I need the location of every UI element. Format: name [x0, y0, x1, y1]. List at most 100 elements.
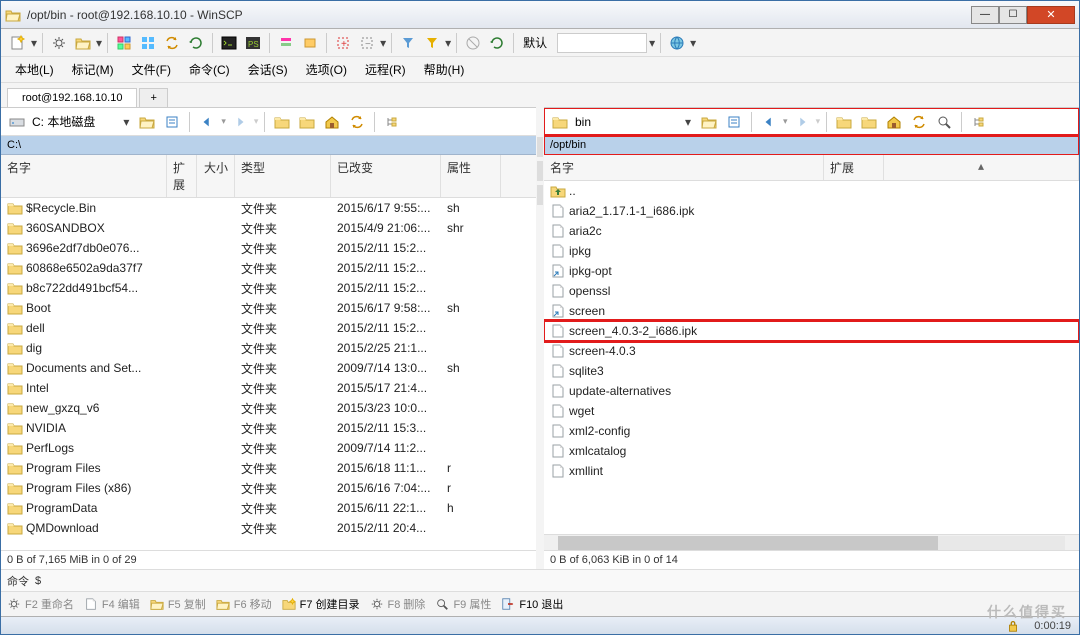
local-file-list[interactable]: $Recycle.Bin文件夹2015/6/17 9:55:...sh360SA… [1, 198, 536, 550]
table-row[interactable]: NVIDIA文件夹2015/2/11 15:3... [1, 418, 536, 438]
command-bar[interactable]: 命令 $ [1, 569, 1079, 591]
table-row[interactable]: Program Files文件夹2015/6/18 11:1...r [1, 458, 536, 478]
menu-2[interactable]: 文件(F) [124, 59, 179, 80]
queue2-button[interactable] [299, 32, 321, 54]
sync-button[interactable] [161, 32, 183, 54]
terminal2-button[interactable]: PS [242, 32, 264, 54]
table-row[interactable]: dig文件夹2015/2/25 21:1... [1, 338, 536, 358]
settings-button[interactable] [48, 32, 70, 54]
table-row[interactable]: Boot文件夹2015/6/17 9:58:...sh [1, 298, 536, 318]
fkey-f5[interactable]: F5 复制 [150, 596, 206, 612]
table-row[interactable]: PerfLogs文件夹2009/7/14 11:2... [1, 438, 536, 458]
table-row[interactable]: aria2c [544, 221, 1079, 241]
table-row[interactable]: screen-4.0.3 [544, 341, 1079, 361]
grid1-icon[interactable] [113, 32, 135, 54]
filter1-button[interactable] [397, 32, 419, 54]
local-sync-icon[interactable] [346, 111, 368, 133]
table-row[interactable]: b8c722dd491bcf54...文件夹2015/2/11 15:2... [1, 278, 536, 298]
table-row[interactable]: dell文件夹2015/2/11 15:2... [1, 318, 536, 338]
table-row[interactable]: Program Files (x86)文件夹2015/6/16 7:04:...… [1, 478, 536, 498]
menu-7[interactable]: 帮助(H) [416, 59, 473, 80]
globe-button[interactable] [666, 32, 688, 54]
remote-home-icon[interactable] [883, 111, 905, 133]
remote-folder-selector[interactable]: bin [548, 114, 695, 130]
fkey-f7[interactable]: F7 创建目录 [282, 596, 360, 612]
select1-button[interactable]: + [332, 32, 354, 54]
table-row[interactable]: Documents and Set...文件夹2009/7/14 13:0...… [1, 358, 536, 378]
select2-button[interactable]: − [356, 32, 378, 54]
table-row[interactable]: screen [544, 301, 1079, 321]
local-back-icon[interactable] [196, 111, 218, 133]
local-home-icon[interactable] [321, 111, 343, 133]
table-row[interactable]: screen_4.0.3-2_i686.ipk [544, 321, 1079, 341]
menu-4[interactable]: 会话(S) [240, 59, 296, 80]
new-session-button[interactable] [7, 32, 29, 54]
table-row[interactable]: xml2-config [544, 421, 1079, 441]
remote-back-icon[interactable] [758, 111, 780, 133]
menu-0[interactable]: 本地(L) [7, 59, 62, 80]
remote-file-list[interactable]: ..aria2_1.17.1-1_i686.ipkaria2cipkgipkg-… [544, 181, 1079, 534]
table-row[interactable]: 360SANDBOX文件夹2015/4/9 21:06:...shr [1, 218, 536, 238]
table-row[interactable]: $Recycle.Bin文件夹2015/6/17 9:55:...sh [1, 198, 536, 218]
fkey-f8[interactable]: F8 删除 [370, 596, 426, 612]
fkey-f2[interactable]: F2 重命名 [7, 596, 74, 612]
table-row[interactable]: Intel文件夹2015/5/17 21:4... [1, 378, 536, 398]
close-button[interactable] [1027, 6, 1075, 24]
remote-props-icon[interactable] [723, 111, 745, 133]
local-tree-icon[interactable] [381, 111, 403, 133]
menu-6[interactable]: 远程(R) [357, 59, 414, 80]
filter2-button[interactable] [421, 32, 443, 54]
session-tab[interactable]: root@192.168.10.10 [7, 88, 137, 107]
remote-path-bar[interactable]: /opt/bin [544, 136, 1079, 155]
grid2-icon[interactable] [137, 32, 159, 54]
fkey-f4[interactable]: F4 编辑 [84, 596, 140, 612]
stop-button[interactable] [462, 32, 484, 54]
reload-button[interactable] [486, 32, 508, 54]
remote-folder1-icon[interactable] [833, 111, 855, 133]
add-tab-button[interactable]: + [139, 88, 167, 107]
local-folder2-icon[interactable] [296, 111, 318, 133]
table-row[interactable]: xmlcatalog [544, 441, 1079, 461]
terminal-button[interactable] [218, 32, 240, 54]
table-row[interactable]: ipkg [544, 241, 1079, 261]
fkey-f10[interactable]: F10 退出 [501, 596, 563, 612]
table-row[interactable]: 3696e2df7db0e076...文件夹2015/2/11 15:2... [1, 238, 536, 258]
refresh-button[interactable] [185, 32, 207, 54]
table-row[interactable]: ipkg-opt [544, 261, 1079, 281]
queue1-button[interactable] [275, 32, 297, 54]
menu-3[interactable]: 命令(C) [181, 59, 238, 80]
minimize-button[interactable] [971, 6, 999, 24]
remote-folder2-icon[interactable] [858, 111, 880, 133]
remote-scrollbar[interactable] [544, 534, 1079, 550]
table-row[interactable]: xmllint [544, 461, 1079, 481]
remote-sync-icon[interactable] [908, 111, 930, 133]
remote-find-icon[interactable] [933, 111, 955, 133]
menu-1[interactable]: 标记(M) [64, 59, 122, 80]
table-row[interactable]: update-alternatives [544, 381, 1079, 401]
pane-splitter[interactable] [536, 107, 544, 569]
maximize-button[interactable] [999, 6, 1027, 24]
table-row[interactable]: new_gxzq_v6文件夹2015/3/23 10:0... [1, 398, 536, 418]
open-folder-button[interactable] [72, 32, 94, 54]
preset-dropdown[interactable] [557, 33, 647, 53]
table-row[interactable]: 60868e6502a9da37f7文件夹2015/2/11 15:2... [1, 258, 536, 278]
remote-fwd-icon[interactable] [791, 111, 813, 133]
sort-indicator-icon[interactable]: ▴ [884, 155, 1079, 180]
remote-tree-icon[interactable] [968, 111, 990, 133]
table-row[interactable]: aria2_1.17.1-1_i686.ipk [544, 201, 1079, 221]
table-row[interactable]: .. [544, 181, 1079, 201]
fkey-f9[interactable]: F9 属性 [435, 596, 491, 612]
local-path-bar[interactable]: C:\ [1, 136, 536, 155]
local-fwd-icon[interactable] [229, 111, 251, 133]
table-row[interactable]: ProgramData文件夹2015/6/11 22:1...h [1, 498, 536, 518]
local-open-icon[interactable] [136, 111, 158, 133]
table-row[interactable]: QMDownload文件夹2015/2/11 20:4... [1, 518, 536, 538]
menu-5[interactable]: 选项(O) [298, 59, 355, 80]
local-drive-selector[interactable]: C: 本地磁盘 [5, 112, 133, 131]
local-folder1-icon[interactable] [271, 111, 293, 133]
fkey-f6[interactable]: F6 移动 [216, 596, 272, 612]
local-props-icon[interactable] [161, 111, 183, 133]
table-row[interactable]: wget [544, 401, 1079, 421]
table-row[interactable]: sqlite3 [544, 361, 1079, 381]
remote-open-icon[interactable] [698, 111, 720, 133]
